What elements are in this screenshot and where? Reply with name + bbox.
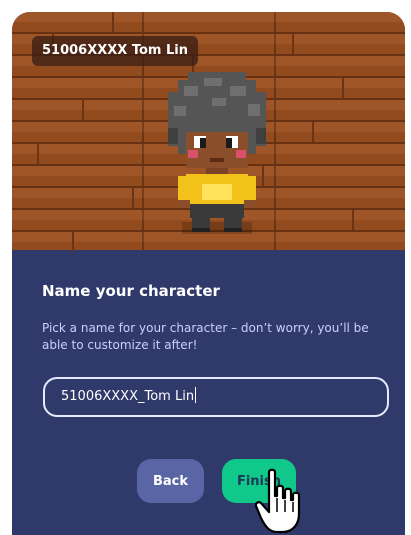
text-caret [195,387,197,403]
back-button[interactable]: Back [137,459,204,503]
character-preview: 51006XXXX Tom Lin [12,12,405,252]
panel-description: Pick a name for your character – don’t w… [42,321,369,352]
character-name-value: 51006XXXX_Tom Lin [61,389,195,404]
character-name-input[interactable]: 51006XXXX_Tom Lin [43,377,389,417]
hand-pointer-icon [255,468,301,534]
panel-title: Name your character [42,282,220,300]
player-name-badge: 51006XXXX Tom Lin [32,36,198,66]
character-setup-card: 51006XXXX Tom Lin Name your character Pi… [12,12,405,535]
character-avatar [168,72,266,234]
